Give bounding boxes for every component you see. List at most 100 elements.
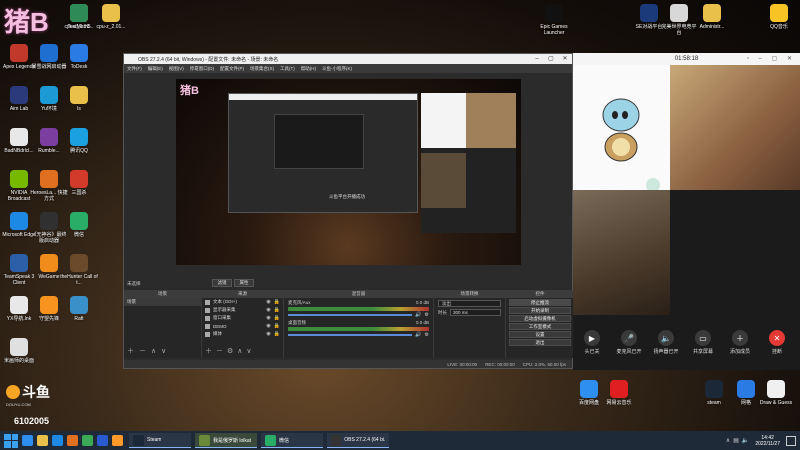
source-item[interactable]: 窗口采集 ◉ 🔒 [202, 314, 283, 322]
app-icon [40, 296, 58, 314]
controls-dock[interactable]: 控件 停止推流 开始录制 启动虚拟摄像机 工作室模式 设置 退出 [506, 290, 574, 358]
lock-icon[interactable]: 🔒 [274, 315, 280, 321]
taskbar-app[interactable]: Steam [129, 433, 191, 448]
call-control-button[interactable]: ▭ 共享屏幕 [686, 330, 720, 355]
scene-item[interactable]: 场景 [124, 298, 201, 306]
video-call-window[interactable]: 01:58:18 ▫ – ▢ ✕ ▶ 头已关 🎤 麦克风已开 🔈 扬声器已开 ▭ 共享屏幕 ＋ 添… [573, 53, 800, 370]
desktop-icon[interactable]: 微信 [60, 212, 98, 238]
desktop-icon-label: Epic Games Launcher [540, 24, 568, 36]
desktop-icon[interactable]: 三国杀 [60, 170, 98, 196]
pinned-app-icon[interactable] [37, 435, 48, 446]
mute-speaker-icon[interactable]: 🔊 [415, 312, 421, 318]
desktop-icon[interactable]: Raft [60, 296, 98, 322]
sources-title: 来源 [202, 290, 283, 298]
desktop-icon[interactable]: Is [60, 86, 98, 112]
obs-window[interactable]: OBS 27.2.4 (64 bit, Windows) - 配置文件: 未命名… [123, 53, 574, 369]
sources-dock[interactable]: 来源 文本 (GDI+) ◉ 🔒 显示器采集 ◉ 🔒 窗口采集 ◉ 🔒 DEMO ◉ 🔒 媒体 ◉ 🔒 ＋－… [202, 290, 284, 358]
lock-icon[interactable]: 🔒 [274, 323, 280, 329]
menu-item[interactable]: 文件(F) [127, 66, 142, 72]
visibility-eye-icon[interactable]: ◉ [266, 315, 270, 321]
pinned-app-icon[interactable] [67, 435, 78, 446]
obs-titlebar[interactable]: OBS 27.2.4 (64 bit, Windows) - 配置文件: 未命名… [124, 54, 572, 64]
control-button[interactable]: 工作室模式 [509, 323, 571, 330]
minimize-button[interactable]: – [530, 54, 544, 64]
obs-preview[interactable]: 斗鱼平台开播成功 猪B [176, 79, 521, 265]
scenes-dock[interactable]: 场景 场景 ＋－∧∨ [124, 290, 202, 358]
control-button[interactable]: 退出 [509, 339, 571, 346]
control-button[interactable]: 开始录制 [509, 307, 571, 314]
volume-slider[interactable] [288, 334, 413, 336]
pinned-app-icon[interactable] [97, 435, 108, 446]
clock[interactable]: 14:42 2022/11/27 [755, 435, 780, 447]
menu-item[interactable]: 帮助(H) [301, 66, 316, 72]
source-item[interactable]: 媒体 ◉ 🔒 [202, 330, 283, 338]
filters-tab[interactable]: 滤镜 [212, 279, 232, 287]
transition-select[interactable]: 淡出 [438, 300, 501, 307]
taskbar-app[interactable]: OBS 27.2.4 (64 bi... [327, 433, 389, 448]
desktop-icon[interactable]: Administr... [693, 4, 731, 30]
pinned-app-icon[interactable] [112, 435, 123, 446]
app-icon [640, 4, 658, 22]
desktop-icon[interactable]: cpu-z_2.01... [92, 4, 130, 30]
source-item[interactable]: 显示器采集 ◉ 🔒 [202, 306, 283, 314]
mixer-channel-db: 0.0 dB [415, 320, 429, 325]
start-button[interactable] [4, 433, 18, 448]
mixer-dock[interactable]: 混音器 麦克风/Aux 0.0 dB 🔊 ⚙ 桌面音频 0.0 dB 🔊 ⚙ [284, 290, 434, 358]
call-control-button[interactable]: 🔈 扬声器已开 [649, 330, 683, 355]
duration-input[interactable]: 300 ms [450, 309, 501, 316]
transitions-dock[interactable]: 场景转换 淡出 时长 300 ms [434, 290, 506, 358]
menu-item[interactable]: 斗鱼-小程序(K) [322, 66, 352, 72]
douyu-fish-icon [6, 385, 20, 399]
call-control-button[interactable]: ＋ 添加成员 [723, 330, 757, 355]
control-button[interactable]: 启动虚拟摄像机 [509, 315, 571, 322]
call-control-button[interactable]: ▶ 头已关 [575, 330, 609, 355]
mute-speaker-icon[interactable]: 🔊 [415, 332, 421, 338]
menu-item[interactable]: 编辑(E) [148, 66, 163, 72]
gear-icon[interactable]: ⚙ [425, 332, 429, 338]
tray-arrow-icon[interactable]: ∧ [726, 437, 730, 444]
close-button[interactable]: ✕ [558, 54, 572, 64]
call-tile-squirtle[interactable] [573, 65, 670, 192]
pinned-app-icon[interactable] [82, 435, 93, 446]
call-control-button[interactable]: 🎤 麦克风已开 [612, 330, 646, 355]
call-control-button[interactable]: ✕ 挂断 [760, 330, 794, 355]
properties-tab[interactable]: 属性 [234, 279, 254, 287]
lock-icon[interactable]: 🔒 [274, 299, 280, 305]
gear-icon[interactable]: ⚙ [425, 312, 429, 318]
menu-item[interactable]: 配置文件(P) [220, 66, 244, 72]
desktop-icon[interactable]: 网易云音乐 [600, 380, 638, 406]
control-button[interactable]: 停止推流 [509, 299, 571, 306]
volume-icon[interactable]: 🔈 [742, 437, 749, 444]
taskbar-app[interactable]: 我是俄罗斯 lolkat [195, 433, 257, 448]
desktop-icon[interactable]: 腾讯QQ [60, 128, 98, 154]
maximize-button[interactable]: ▢ [544, 54, 558, 64]
menu-item[interactable]: 工具(T) [280, 66, 295, 72]
menu-item[interactable]: 场景集合(S) [250, 66, 274, 72]
network-icon[interactable]: ▤ [733, 437, 739, 444]
system-tray[interactable]: ∧ ▤ 🔈 [726, 437, 750, 444]
call-titlebar[interactable]: 01:58:18 ▫ – ▢ ✕ [573, 53, 800, 65]
source-item[interactable]: DEMO ◉ 🔒 [202, 322, 283, 330]
pinned-app-icon[interactable] [22, 435, 33, 446]
visibility-eye-icon[interactable]: ◉ [266, 299, 270, 305]
menu-item[interactable]: 视图(V) [169, 66, 184, 72]
desktop-icon[interactable]: Draw & Guess [757, 380, 795, 406]
desktop-icon[interactable]: ToDesk [60, 44, 98, 70]
lock-icon[interactable]: 🔒 [274, 307, 280, 313]
desktop-icon[interactable]: 米画师的桌面 [0, 338, 38, 364]
notification-icon[interactable] [786, 435, 796, 446]
control-button[interactable]: 设置 [509, 331, 571, 338]
visibility-eye-icon[interactable]: ◉ [266, 323, 270, 329]
source-item[interactable]: 文本 (GDI+) ◉ 🔒 [202, 298, 283, 306]
taskbar-app[interactable]: 微信 [261, 433, 323, 448]
lock-icon[interactable]: 🔒 [274, 331, 280, 337]
menu-item[interactable]: 停靠窗口(D) [190, 66, 214, 72]
desktop-icon[interactable]: Epic Games Launcher [535, 4, 573, 36]
visibility-eye-icon[interactable]: ◉ [266, 307, 270, 313]
call-window-controls[interactable]: ▫ – ▢ ✕ [747, 53, 796, 65]
pinned-app-icon[interactable] [52, 435, 63, 446]
desktop-icon[interactable]: theHunter Call of t... [60, 254, 98, 286]
visibility-eye-icon[interactable]: ◉ [266, 331, 270, 337]
volume-slider[interactable] [288, 314, 413, 316]
desktop-icon[interactable]: QQ音乐 [760, 4, 798, 30]
